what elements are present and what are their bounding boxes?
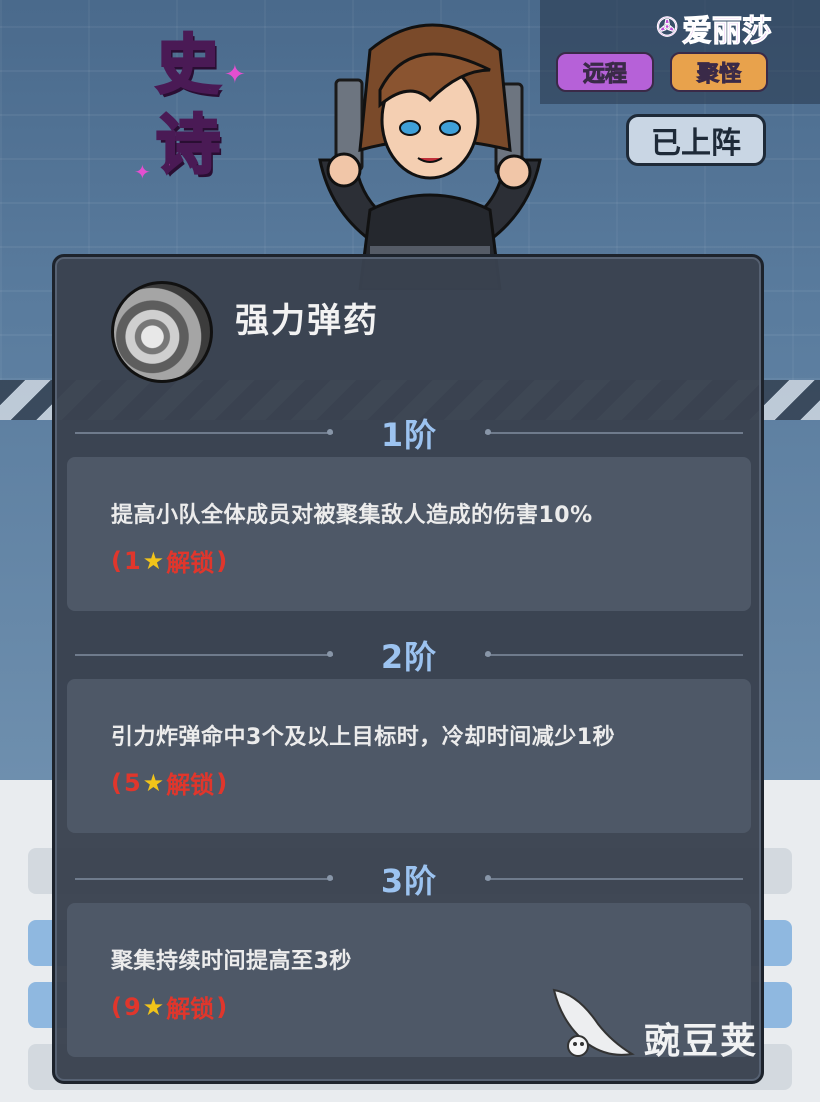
divider [75, 651, 333, 657]
star-count: 1 [123, 546, 141, 575]
paren-close: ) [216, 768, 228, 797]
tier-description: 引力炸弹命中3个及以上目标时，冷却时间减少1秒 [111, 725, 616, 750]
paren-open: ( [111, 546, 122, 575]
tier-label: 3阶 [380, 862, 438, 900]
star-icon: ★ [142, 768, 165, 797]
tier-label: 2阶 [380, 638, 438, 676]
divider [485, 875, 743, 881]
star-icon: ★ [142, 992, 165, 1021]
tag-ranged: 远程 [556, 52, 654, 92]
tag-gather: 聚怪 [670, 52, 768, 92]
paren-close: ) [216, 546, 228, 575]
skill-detail-modal: 强力弹药 1阶 提高小队全体成员对被聚集敌人造成的伤害10% ( 1 ★ 解锁 … [52, 254, 764, 1084]
star-icon: ★ [142, 546, 165, 575]
paren-close: ) [216, 992, 228, 1021]
tier-header: 1阶 [67, 413, 751, 454]
bullet-cartridge-icon [111, 281, 213, 383]
watermark: 豌豆荚 [548, 984, 798, 1064]
unlock-text: 解锁 [166, 771, 215, 799]
tier-card: 提高小队全体成员对被聚集敌人造成的伤害10% ( 1 ★ 解锁 ) [67, 457, 751, 611]
rarity-char: 史 [155, 28, 222, 105]
skill-title: 强力弹药 [235, 301, 379, 341]
divider [485, 429, 743, 435]
sparkle-icon: ✦ [224, 60, 246, 90]
unlock-text: 解锁 [166, 549, 215, 577]
pea-pod-logo [552, 988, 635, 1057]
hero-name-label: 爱丽莎 [682, 14, 773, 50]
paren-open: ( [111, 768, 122, 797]
divider [75, 429, 333, 435]
rarity-badge: 史 诗 ✦ ✦ [128, 26, 248, 196]
rarity-char: 诗 [155, 108, 222, 185]
tier-card: 引力炸弹命中3个及以上目标时，冷却时间减少1秒 ( 5 ★ 解锁 ) [67, 679, 751, 833]
tier-description: 聚集持续时间提高至3秒 [111, 949, 352, 974]
divider [485, 651, 743, 657]
hero-portrait [300, 10, 560, 292]
divider [75, 875, 333, 881]
deployed-button[interactable]: 已上阵 [626, 114, 766, 166]
star-count: 5 [123, 768, 141, 797]
watermark-text: 豌豆荚 [644, 1021, 759, 1062]
tier-description: 提高小队全体成员对被聚集敌人造成的伤害10% [111, 503, 593, 528]
tier-label: 1阶 [380, 416, 438, 454]
tier-header: 3阶 [67, 859, 751, 900]
tier-header: 2阶 [67, 635, 751, 676]
hero-name: ✇ 爱丽莎 [656, 6, 773, 50]
star-count: 9 [123, 992, 141, 1021]
unlock-text: 解锁 [166, 995, 215, 1023]
paren-open: ( [111, 992, 122, 1021]
faction-icon: ✇ [656, 13, 679, 44]
unlock-requirement: ( 5 ★ 解锁 ) [111, 765, 751, 800]
unlock-requirement: ( 1 ★ 解锁 ) [111, 543, 751, 578]
sparkle-icon: ✦ [134, 160, 151, 184]
